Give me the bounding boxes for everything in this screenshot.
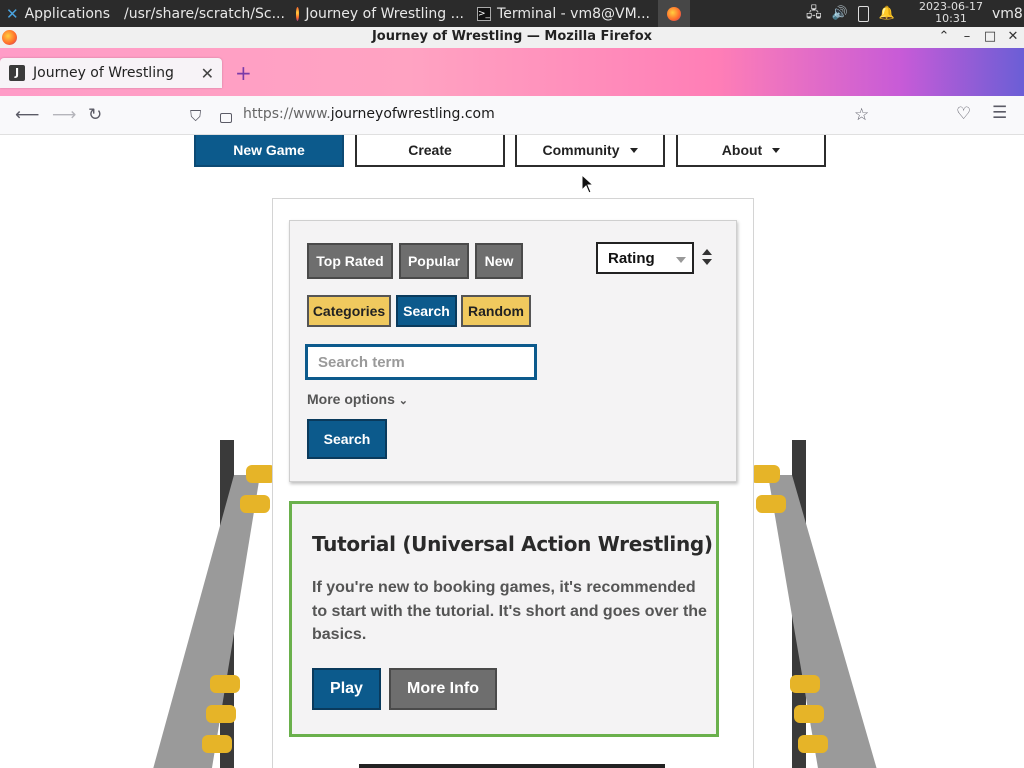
system-tray: 🖧 🔊 🔔 — [806, 0, 895, 27]
firefox-icon — [296, 6, 300, 21]
tab-label: Search — [403, 303, 450, 319]
dropdown-arrow-icon — [676, 257, 686, 263]
more-info-button[interactable]: More Info — [389, 668, 497, 710]
maximize-button[interactable]: □ — [981, 28, 999, 46]
tab-label: Popular — [407, 253, 461, 269]
firefox-icon — [667, 6, 681, 21]
taskbar-item-label: Terminal - vm8@VM... — [497, 5, 651, 22]
url-bar[interactable]: ⛉ https://www.journeyofwrestling.com ☆ — [182, 100, 882, 130]
play-label: Play — [330, 680, 363, 697]
terminal-icon: >_ — [477, 6, 492, 21]
tab-new[interactable]: New — [475, 243, 523, 279]
back-button[interactable]: ⟵ — [15, 105, 39, 125]
menu-icon[interactable]: ☰ — [992, 103, 1007, 123]
sort-order-icon[interactable] — [700, 246, 714, 268]
plus-icon: + — [235, 61, 252, 85]
pocket-icon[interactable]: ♡ — [956, 104, 971, 124]
more-options-label: More options — [307, 391, 395, 407]
reload-button[interactable]: ↻ — [88, 105, 102, 125]
chevron-up-icon: ⌃ — [938, 29, 950, 44]
new-tab-button[interactable]: + — [235, 61, 252, 85]
tab-label: Random — [468, 303, 524, 319]
play-button[interactable]: Play — [312, 668, 381, 710]
mouse-cursor-icon — [581, 174, 593, 194]
close-icon: ✕ — [1007, 29, 1019, 44]
maximize-icon: □ — [983, 29, 997, 44]
sort-select-value: Rating — [608, 250, 655, 267]
tab-label: Top Rated — [316, 253, 384, 269]
community-label: Community — [542, 142, 620, 158]
volume-icon[interactable]: 🔊 — [832, 6, 848, 21]
tab-journey-of-wrestling[interactable]: J Journey of Wrestling ✕ — [0, 58, 222, 88]
taskbar-item-firefox-active[interactable] — [658, 0, 690, 27]
caret-down-icon — [772, 147, 781, 153]
window-menu-button[interactable]: ⌃ — [935, 28, 953, 46]
minimize-button[interactable]: – — [958, 28, 976, 46]
next-card-edge — [359, 764, 665, 768]
taskbar-item-label: Journey of Wrestling ... — [305, 5, 464, 22]
applications-menu[interactable]: ✕ Applications — [0, 0, 110, 27]
close-window-button[interactable]: ✕ — [1004, 28, 1022, 46]
tutorial-card: Tutorial (Universal Action Wrestling) If… — [289, 501, 719, 737]
community-dropdown[interactable]: Community — [515, 135, 665, 167]
url-domain: journeyofwrestling.com — [330, 106, 495, 122]
clock[interactable]: 2023-06-17 10:31 — [912, 1, 990, 25]
url-text[interactable]: https://www.journeyofwrestling.com — [243, 106, 495, 122]
tab-title: Journey of Wrestling — [33, 65, 174, 81]
tab-search[interactable]: Search — [396, 295, 457, 327]
taskbar-item-label: /usr/share/scratch/Sc... — [124, 5, 285, 22]
about-dropdown[interactable]: About — [676, 135, 826, 167]
forward-button[interactable]: ⟶ — [52, 105, 76, 125]
search-input[interactable] — [305, 344, 537, 380]
sort-select[interactable]: Rating — [596, 242, 694, 274]
tutorial-title: Tutorial (Universal Action Wrestling) — [312, 532, 713, 556]
web-page: New Game Create Community About Top Rate… — [0, 135, 1024, 768]
new-game-label: New Game — [233, 142, 305, 158]
os-taskbar: ✕ Applications /usr/share/scratch/Sc... … — [0, 0, 1024, 27]
applications-icon: ✕ — [6, 4, 19, 23]
clock-time: 10:31 — [935, 12, 967, 25]
chevron-down-icon: ⌄ — [398, 395, 408, 407]
ring-background-right — [750, 440, 877, 768]
close-tab-icon[interactable]: ✕ — [201, 64, 214, 83]
search-button-label: Search — [323, 431, 371, 447]
search-submit-button[interactable]: Search — [307, 419, 387, 459]
more-options-toggle[interactable]: More options ⌄ — [307, 391, 408, 407]
bookmark-star-icon[interactable]: ☆ — [854, 105, 869, 125]
site-favicon: J — [9, 65, 25, 81]
url-prefix: https://www. — [243, 106, 331, 122]
taskbar-item-terminal[interactable]: >_ Terminal - vm8@VM... — [471, 0, 651, 27]
new-game-button[interactable]: New Game — [194, 135, 344, 167]
network-icon[interactable]: 🖧 — [806, 2, 822, 26]
tab-random[interactable]: Random — [461, 295, 531, 327]
navigation-bar: ⟵ ⟶ ↻ ⛉ https://www.journeyofwrestling.c… — [0, 96, 1024, 135]
tab-top-rated[interactable]: Top Rated — [307, 243, 393, 279]
tab-categories[interactable]: Categories — [307, 295, 391, 327]
tab-strip: J Journey of Wrestling ✕ + — [0, 48, 1024, 96]
user-menu[interactable]: vm8 — [990, 0, 1024, 27]
notification-icon[interactable]: 🔔 — [879, 6, 895, 21]
ring-background-left — [153, 440, 276, 768]
lock-icon[interactable] — [220, 113, 232, 123]
battery-icon[interactable] — [857, 5, 869, 22]
window-titlebar: Journey of Wrestling — Mozilla Firefox ⌃… — [0, 27, 1024, 49]
tab-popular[interactable]: Popular — [399, 243, 469, 279]
taskbar-item-firefox[interactable]: Journey of Wrestling ... — [290, 0, 470, 27]
create-label: Create — [408, 142, 452, 158]
more-info-label: More Info — [407, 680, 479, 697]
create-button[interactable]: Create — [355, 135, 505, 167]
minimize-icon: – — [963, 29, 971, 44]
tab-label: New — [484, 253, 514, 269]
shield-icon[interactable]: ⛉ — [190, 107, 201, 125]
user-name: vm8 — [992, 5, 1023, 22]
about-label: About — [721, 142, 763, 158]
tutorial-description: If you're new to booking games, it's rec… — [312, 579, 707, 643]
tab-label: Categories — [312, 303, 386, 319]
applications-label: Applications — [24, 5, 110, 22]
window-title: Journey of Wrestling — Mozilla Firefox — [371, 29, 653, 44]
taskbar-item-scratch[interactable]: /usr/share/scratch/Sc... — [112, 0, 288, 27]
caret-down-icon — [629, 147, 638, 153]
